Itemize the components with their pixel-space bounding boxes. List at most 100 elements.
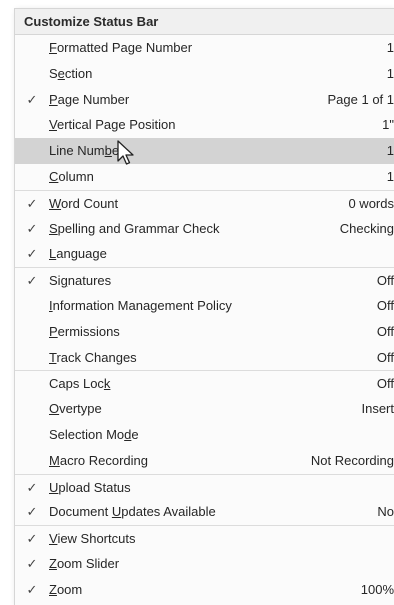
menu-item[interactable]: Line Number 1 [15, 138, 394, 164]
check-icon: ✓ [26, 195, 38, 211]
menu-item-label: Permissions [49, 319, 120, 345]
menu-item[interactable]: ✓ Document Updates Available No [15, 499, 394, 525]
menu-item-value: No [377, 504, 394, 520]
menu-item[interactable]: Macro Recording Not Recording [15, 448, 394, 474]
menu-item-label: Selection Mode [49, 422, 139, 448]
label-text: olumn [58, 168, 94, 184]
menu-item[interactable]: ✓ Spelling and Grammar Check Checking [15, 216, 394, 242]
label-text: Caps Loc [49, 376, 104, 392]
menu-item-label: View Shortcuts [49, 526, 135, 552]
label-text: rack Changes [56, 349, 137, 365]
menu-item[interactable]: ✓ Signatures Off [15, 267, 394, 293]
menu-item-label: Document Updates Available [49, 499, 216, 525]
access-key: S [49, 220, 58, 236]
label-text: Selection Mo [49, 426, 125, 442]
menu-item-label: Column [49, 164, 94, 190]
menu-item-value: Off [376, 273, 394, 289]
menu-item[interactable]: Information Management Policy Off [15, 293, 394, 319]
menu-item-value: 0 words [348, 195, 394, 211]
menu-item-label: Upload Status [49, 475, 131, 501]
menu-item[interactable]: ✓ Zoom 100% [15, 577, 394, 603]
menu-item[interactable]: ✓ View Shortcuts [15, 525, 394, 551]
access-key: b [104, 143, 112, 159]
menu-item-label: Overtype [49, 396, 102, 422]
label-text: age Number [57, 91, 130, 107]
menu-item-label: Spelling and Grammar Check [49, 216, 220, 242]
check-icon: ✓ [26, 220, 38, 236]
label-text: Line Num [49, 143, 105, 159]
label-text: pelling and Grammar Check [57, 220, 220, 236]
menu-item-label: Line Number [49, 138, 123, 164]
access-key: P [49, 91, 58, 107]
label-text: oom Slider [56, 555, 120, 571]
label-text: pdates Available [121, 504, 216, 520]
menu-item-value: 1" [382, 117, 394, 133]
access-key: O [49, 401, 60, 417]
access-key: Z [49, 581, 57, 597]
menu-item[interactable]: Track Changes Off [15, 345, 394, 371]
access-key: e [57, 65, 65, 81]
label-text: ormatted Page Number [56, 40, 193, 55]
menu-item[interactable]: ✓ Word Count 0 words [15, 189, 394, 217]
label-text: iew Shortcuts [57, 531, 136, 547]
customize-status-bar-menu: Customize Status Bar Formatted Page Numb… [14, 8, 394, 605]
menu-item[interactable]: Formatted Page Number 1 [15, 35, 394, 61]
menu-item-value: 100% [360, 581, 394, 597]
access-key: U [111, 504, 122, 520]
menu-item-label: Section [49, 61, 92, 87]
label-text: ction [64, 65, 93, 81]
menu-item[interactable]: Permissions Off [15, 319, 394, 345]
label-text: e [131, 426, 139, 442]
label-text: ord Count [61, 195, 119, 211]
label-text: natures [67, 273, 112, 289]
menu-item[interactable]: Selection Mode [15, 422, 394, 448]
check-icon: ✓ [26, 581, 38, 597]
menu-item[interactable]: ✓ Language [15, 241, 394, 267]
menu-item-value: Not Recording [310, 452, 394, 468]
check-icon: ✓ [26, 531, 38, 547]
menu-item-value: Off [376, 349, 394, 365]
menu-item-label: Language [49, 241, 107, 267]
menu-item[interactable]: Overtype Insert [15, 396, 394, 422]
check-icon: ✓ [26, 246, 38, 262]
menu-item-label: Zoom Slider [49, 551, 119, 577]
menu-item-value: Page 1 of 1 [327, 91, 394, 107]
label-text: Document [49, 504, 112, 520]
menu-item[interactable]: ✓ Upload Status [15, 473, 394, 501]
menu-item-label: Caps Lock [49, 371, 110, 397]
menu-item-value: Checking [339, 220, 394, 236]
access-key: F [49, 40, 57, 55]
label-text: er [111, 143, 124, 159]
check-icon: ✓ [26, 504, 38, 520]
menu-item-label: Formatted Page Number [49, 35, 192, 61]
menu-item-value: 1 [386, 65, 394, 81]
menu-items: Formatted Page Number 1 Section 1 ✓ Page Numb… [15, 35, 394, 603]
menu-item-label: Word Count [49, 191, 118, 217]
check-icon: ✓ [26, 91, 38, 107]
menu-item[interactable]: Section 1 [15, 61, 394, 87]
menu-item[interactable]: ✓ Zoom Slider [15, 551, 394, 577]
menu-item[interactable]: Column 1 [15, 164, 394, 190]
label-text: Si [49, 273, 61, 289]
label-text: pload Status [58, 479, 131, 495]
menu-item-label: Vertical Page Position [49, 112, 175, 138]
menu-item-value: Off [376, 376, 394, 392]
check-icon: ✓ [26, 479, 38, 495]
menu-item-label: Zoom [49, 577, 82, 603]
access-key: Z [49, 555, 57, 571]
menu-item-label: Information Management Policy [49, 293, 232, 319]
access-key: W [49, 195, 62, 211]
menu-item[interactable]: ✓ Page Number Page 1 of 1 [15, 87, 394, 113]
menu-item[interactable]: Caps Lock Off [15, 370, 394, 396]
access-key: P [49, 323, 58, 339]
label-text: nformation Management Policy [52, 297, 232, 313]
menu-item-label: Macro Recording [49, 448, 148, 474]
menu-item-value: Off [376, 297, 394, 313]
label-text: vertype [59, 401, 102, 417]
menu-item-value: Insert [361, 401, 394, 417]
menu-item[interactable]: Vertical Page Position 1" [15, 112, 394, 138]
access-key: U [49, 479, 59, 495]
label-text: acro Recording [59, 452, 148, 468]
label-text: ermissions [57, 323, 120, 339]
menu-item-value: Off [376, 323, 394, 339]
